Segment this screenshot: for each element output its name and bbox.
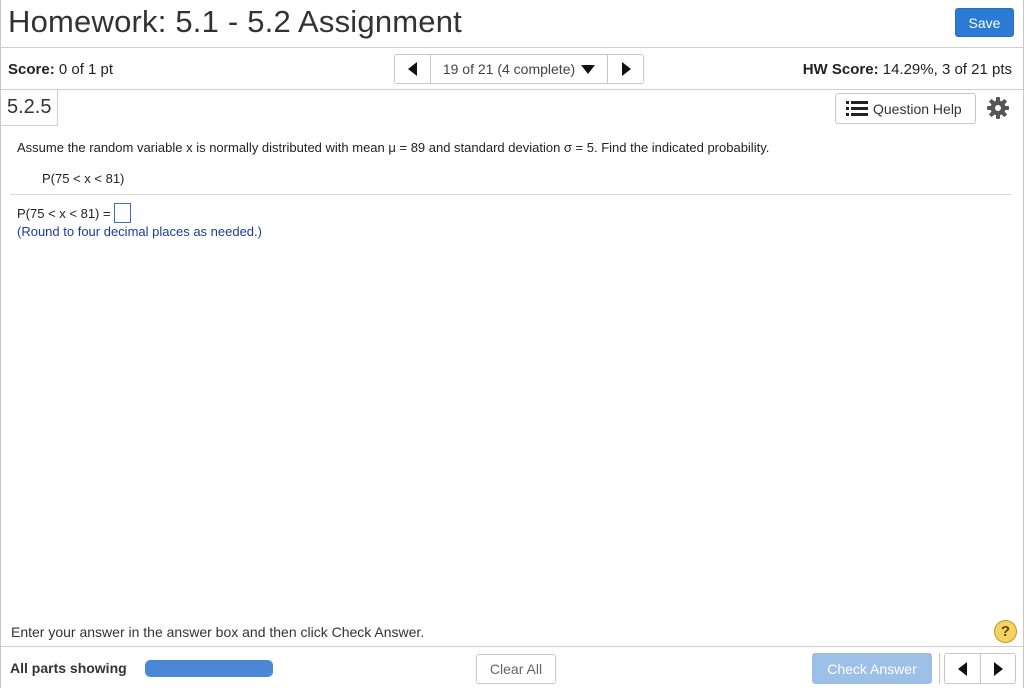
question-dropdown[interactable]: 19 of 21 (4 complete): [430, 55, 608, 83]
save-button[interactable]: Save: [955, 8, 1014, 37]
divider: [939, 653, 940, 684]
answer-prefix: P(75 < x < 81) =: [17, 205, 111, 221]
divider: [10, 194, 1012, 195]
next-question-button[interactable]: [608, 55, 643, 83]
question-navigator: 19 of 21 (4 complete): [394, 54, 644, 84]
previous-question-button[interactable]: [945, 654, 980, 683]
probability-expression: P(75 < x < 81): [42, 171, 125, 186]
question-text: Assume the random variable x is normally…: [17, 140, 770, 155]
page-title: Homework: 5.1 - 5.2 Assignment: [8, 4, 462, 39]
bottom-navigator: [944, 653, 1016, 684]
next-question-button[interactable]: [980, 654, 1015, 683]
question-id: 5.2.5: [0, 90, 58, 126]
hw-score: HW Score: 14.29%, 3 of 21 pts: [803, 61, 1012, 78]
score-label: Score:: [8, 61, 55, 78]
parts-showing-label: All parts showing: [10, 660, 127, 676]
question-help-button[interactable]: Question Help: [835, 93, 976, 124]
hw-score-label: HW Score:: [802, 61, 879, 78]
divider: [0, 89, 1024, 90]
gear-icon[interactable]: [986, 96, 1010, 120]
previous-question-button[interactable]: [395, 55, 430, 83]
question-help-label: Question Help: [873, 100, 962, 117]
answer-line: P(75 < x < 81) =: [17, 203, 131, 223]
clear-all-button[interactable]: Clear All: [476, 654, 556, 684]
divider: [0, 646, 1024, 647]
question-position: 19 of 21 (4 complete): [442, 61, 576, 77]
help-icon[interactable]: ?: [994, 620, 1017, 643]
progress-fill: [146, 661, 272, 676]
score: Score: 0 of 1 pt: [8, 61, 113, 78]
answer-input[interactable]: [113, 203, 131, 223]
list-icon: [846, 100, 868, 116]
divider: [0, 47, 1024, 48]
caret-left-icon: [957, 661, 967, 676]
caret-left-icon: [407, 62, 417, 76]
caret-down-icon: [581, 64, 596, 74]
caret-right-icon: [994, 661, 1003, 676]
parts-progress-bar: [145, 660, 273, 677]
hw-score-value: 14.29%, 3 of 21 pts: [882, 61, 1012, 78]
instruction-text: Enter your answer in the answer box and …: [11, 624, 425, 640]
caret-right-icon: [621, 62, 631, 76]
score-value: 0 of 1 pt: [58, 61, 114, 78]
rounding-note: (Round to four decimal places as needed.…: [17, 224, 262, 239]
check-answer-button[interactable]: Check Answer: [812, 653, 932, 684]
